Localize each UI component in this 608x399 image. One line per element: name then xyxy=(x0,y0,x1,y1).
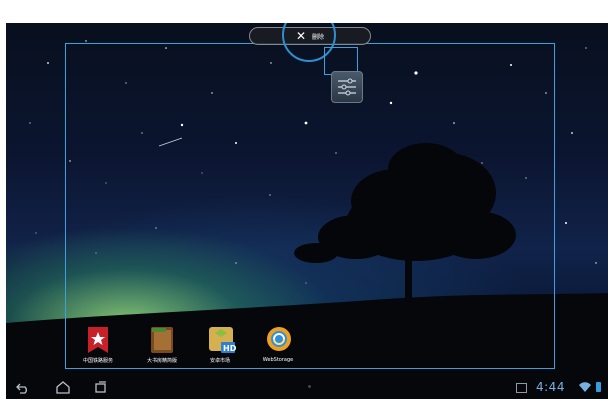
settings-sliders-icon xyxy=(338,78,356,96)
gallery-notification-icon[interactable] xyxy=(516,383,527,393)
app-android-market[interactable]: HD 安卓市场 xyxy=(188,325,252,364)
cloud-sync-icon xyxy=(265,325,291,355)
app-label: WebStorage xyxy=(262,357,294,363)
home-screen: ✕ 删除 中国铁路服务 大书房精简版 HD 安卓市场 WebStorage 4:… xyxy=(6,23,608,399)
page-indicator xyxy=(308,385,311,388)
battery-icon xyxy=(596,382,601,392)
clock: 4:44 xyxy=(536,380,565,394)
app-webstorage[interactable]: WebStorage xyxy=(246,325,310,363)
market-hd-icon: HD xyxy=(207,325,237,355)
edit-drop-frame xyxy=(65,43,555,369)
back-icon[interactable] xyxy=(16,383,27,394)
recent-apps-icon[interactable] xyxy=(95,381,106,393)
app-big-study[interactable]: 大书房精简版 xyxy=(130,325,194,364)
star-bookmark-icon xyxy=(85,325,111,355)
nav-buttons xyxy=(16,381,106,394)
settings-widget[interactable] xyxy=(331,71,363,103)
app-label: 大书房精简版 xyxy=(146,358,177,364)
app-china-railway[interactable]: 中国铁路服务 xyxy=(66,325,130,364)
book-icon xyxy=(149,325,175,355)
svg-text:HD: HD xyxy=(223,344,237,353)
status-icons xyxy=(579,382,601,392)
app-label: 安卓市场 xyxy=(209,358,230,364)
wifi-icon xyxy=(579,382,591,392)
app-label: 中国铁路服务 xyxy=(82,358,113,364)
home-icon[interactable] xyxy=(56,381,70,394)
